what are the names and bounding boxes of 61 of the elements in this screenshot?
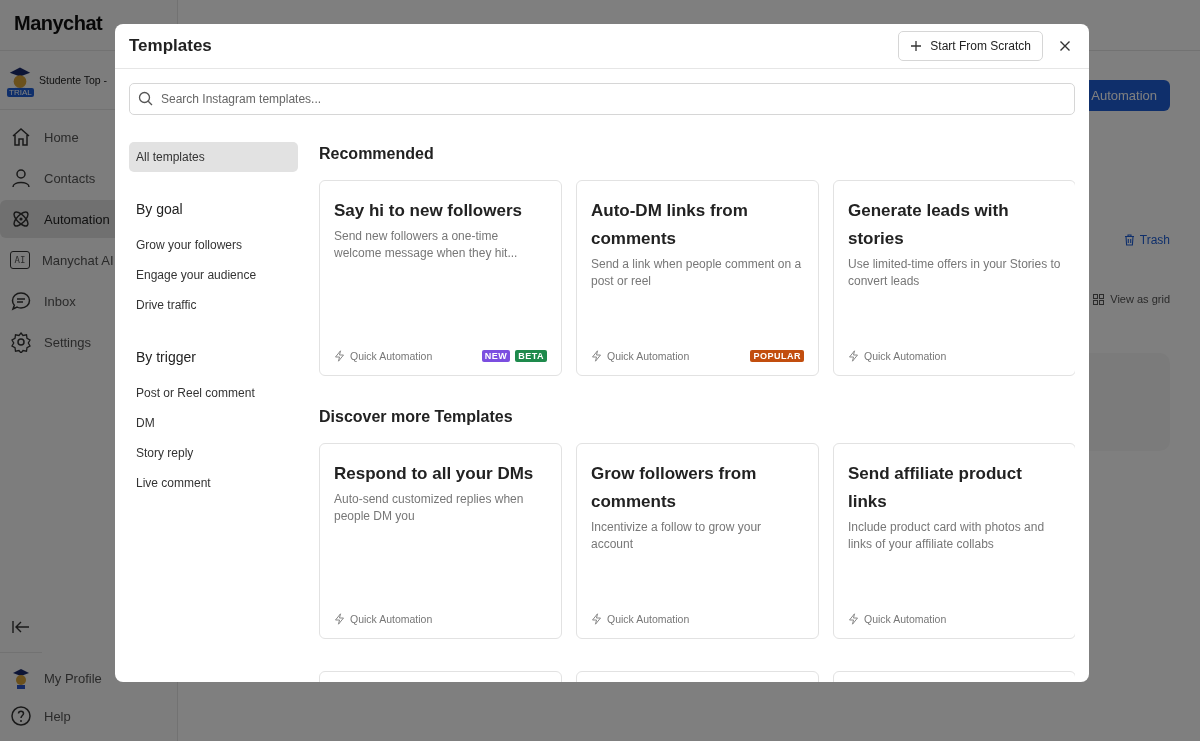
card-title: Auto-DM links from comments	[591, 200, 749, 250]
filter-item[interactable]: Story reply	[129, 438, 201, 468]
trash-icon	[1123, 234, 1135, 246]
bolt-icon	[591, 350, 602, 362]
chat-icon	[10, 290, 32, 312]
atom-icon	[10, 208, 32, 230]
collapse-icon[interactable]	[12, 620, 30, 634]
card-title: Generate leads with stories	[848, 200, 1010, 250]
card-title: Respond to all your DMs	[334, 463, 535, 485]
ai-icon: AI	[10, 251, 30, 269]
filter-item[interactable]: Drive traffic	[129, 290, 204, 320]
view-as-grid-toggle[interactable]: View as grid	[1110, 293, 1170, 305]
nav-item[interactable]: My Profile	[0, 659, 177, 697]
home-icon	[10, 126, 32, 148]
status-badge: NEW	[481, 350, 511, 362]
filter-item[interactable]: Post or Reel comment	[129, 378, 262, 408]
filter-item[interactable]: Live comment	[129, 468, 218, 498]
start-from-scratch-button[interactable]: Start From Scratch	[898, 31, 1043, 61]
section-title: Recommended	[319, 145, 435, 163]
card-description: Use limited-time offers in your Stories to convert leads	[848, 256, 1061, 290]
status-badge: BETA	[515, 350, 547, 362]
card-description: Include product card with photos and links of your affiliate collabs	[848, 519, 1046, 553]
bolt-icon	[848, 350, 859, 362]
filter-item[interactable]: Engage your audience	[129, 260, 264, 290]
bolt-icon	[848, 613, 859, 625]
automation-type: Quick Automation	[607, 350, 691, 362]
card-description: Send new followers a one-time welcome message when they hit...	[334, 228, 519, 262]
card-title: Say hi to new followers	[334, 200, 523, 222]
automation-type: Quick Automation	[350, 350, 434, 362]
bolt-icon	[334, 613, 345, 625]
trial-badge: TRIAL	[7, 88, 34, 97]
bolt-icon	[591, 613, 602, 625]
gear-icon	[10, 331, 32, 353]
bolt-icon	[334, 350, 345, 362]
search-field[interactable]: Search Instagram templates...	[129, 83, 1075, 115]
template-card[interactable]: Respond to all your DMs Auto-send customized replies when people DM you Quick Automation	[319, 443, 562, 639]
nav-item[interactable]: Help	[0, 697, 177, 735]
card-description: Incentivize a follow to grow your account	[591, 519, 763, 553]
automation-type: Quick Automation	[607, 613, 691, 625]
filter-item[interactable]: All templates	[129, 142, 298, 172]
template-card[interactable]: Auto-DM links from comments Send a link when people comment on a post or reel Quick Automation POPULAR	[576, 180, 819, 376]
filter-heading: By trigger	[135, 349, 197, 365]
automation-type: Quick Automation	[864, 350, 948, 362]
template-card[interactable]: Say hi to new followers Send new followers a one-time welcome message when they hit... Quick Automation NEW BETA	[319, 180, 562, 376]
section-title: Discover more Templates	[319, 408, 514, 426]
help-icon	[10, 705, 32, 727]
plus-icon	[910, 40, 923, 52]
search-icon	[138, 91, 153, 106]
automation-type: Quick Automation	[350, 613, 434, 625]
automation-type: Quick Automation	[864, 613, 948, 625]
card-title: Grow followers from comments	[591, 463, 758, 513]
close-icon	[1059, 40, 1071, 52]
status-badge: POPULAR	[750, 350, 804, 362]
account-name[interactable]: Studente Top -	[39, 74, 108, 86]
person-icon	[10, 167, 32, 189]
grid-icon	[1093, 293, 1105, 305]
card-title: Send affiliate product links	[848, 463, 1023, 513]
template-card[interactable]: Grow followers from comments Incentivize a follow to grow your account Quick Automation	[576, 443, 819, 639]
filter-item[interactable]: DM	[129, 408, 162, 438]
card-description: Send a link when people comment on a post or reel	[591, 256, 803, 290]
card-description: Auto-send customized replies when people DM you	[334, 491, 525, 525]
